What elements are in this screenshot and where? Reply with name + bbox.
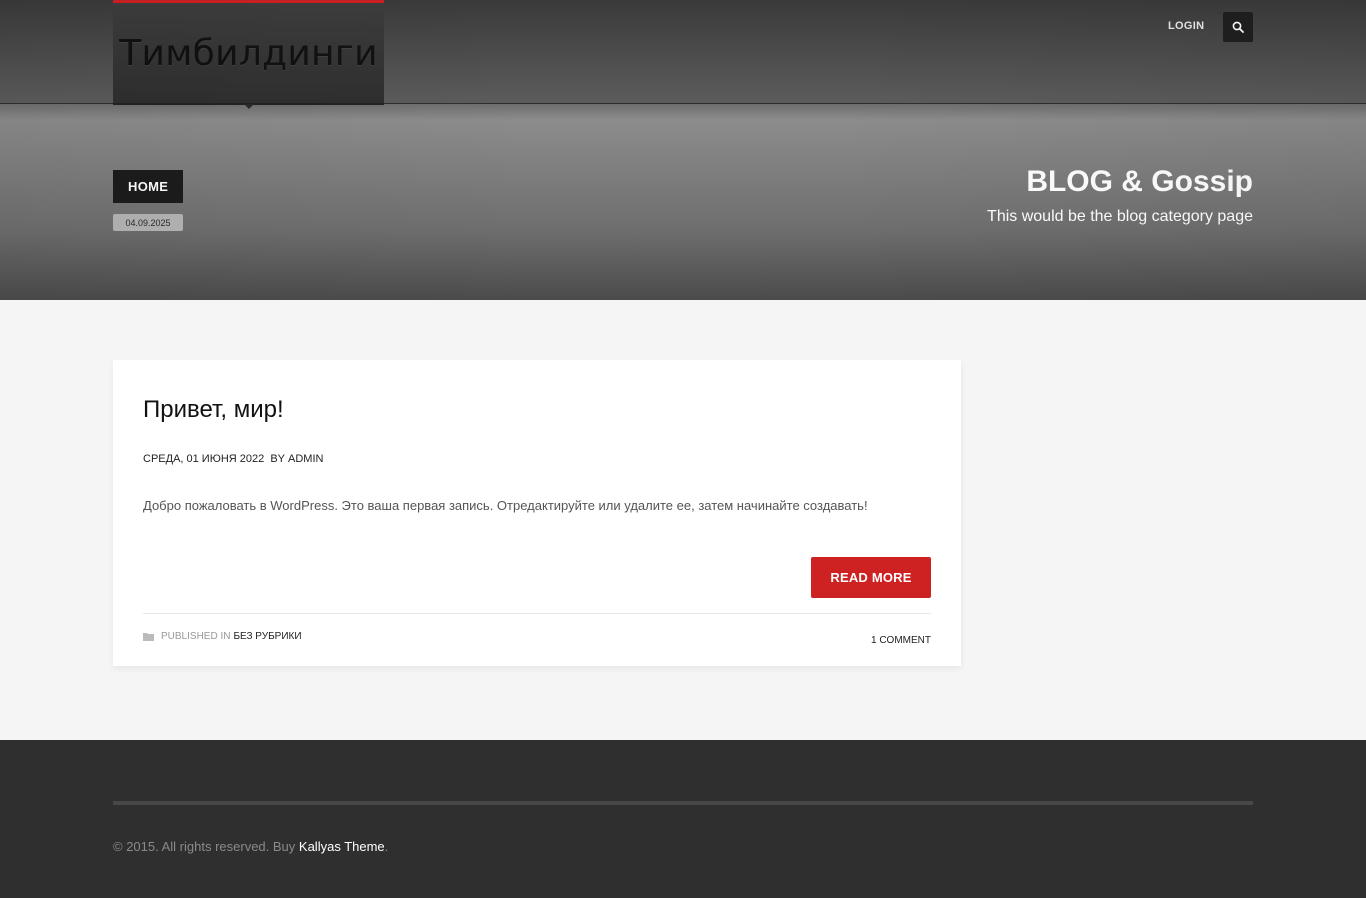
category-link[interactable]: БЕЗ РУБРИКИ: [233, 631, 301, 642]
post-date: СРЕДА, 01 ИЮНЯ 2022: [143, 453, 265, 465]
date-badge: 04.09.2025: [113, 214, 183, 231]
post-excerpt: Добро пожаловать в WordPress. Это ваша п…: [143, 498, 868, 513]
logo-text: Тимбилдинги: [119, 32, 378, 74]
breadcrumb-home[interactable]: HOME: [113, 170, 184, 203]
post-category-info: PUBLISHED IN БЕЗ РУБРИКИ: [143, 631, 302, 642]
published-in-label: PUBLISHED IN: [161, 631, 231, 642]
page-title: BLOG & Gossip: [1026, 165, 1253, 198]
post-title[interactable]: Привет, мир!: [143, 396, 284, 424]
copyright-text: © 2015. All rights reserved. Buy: [113, 839, 296, 854]
comments-link[interactable]: 1 COMMENT: [871, 635, 931, 646]
site-logo[interactable]: Тимбилдинги: [113, 0, 384, 105]
search-button[interactable]: [1223, 12, 1253, 42]
footer: © 2015. All rights reserved. Buy Kallyas…: [0, 740, 1366, 898]
folder-icon: [143, 633, 154, 641]
logo-arrow-icon: [244, 104, 254, 109]
footer-copyright: © 2015. All rights reserved. Buy Kallyas…: [113, 839, 388, 854]
hero-section: Тимбилдинги LOGIN HOME 04.09.2025 BLOG &…: [0, 0, 1366, 300]
page-subtitle: This would be the blog category page: [987, 208, 1253, 225]
post-meta-by: BY: [270, 453, 285, 465]
theme-link[interactable]: Kallyas Theme: [299, 839, 385, 854]
post-author-link[interactable]: ADMIN: [288, 453, 323, 465]
post-divider: [143, 613, 931, 614]
post-meta: СРЕДА, 01 ИЮНЯ 2022 BY ADMIN: [143, 453, 323, 465]
footer-divider: [113, 801, 1253, 805]
search-icon: [1232, 21, 1244, 33]
post-card: Привет, мир! СРЕДА, 01 ИЮНЯ 2022 BY ADMIN…: [113, 360, 961, 666]
login-link[interactable]: LOGIN: [1168, 20, 1204, 32]
copyright-trailing: .: [384, 839, 389, 854]
read-more-button[interactable]: READ MORE: [811, 557, 931, 598]
